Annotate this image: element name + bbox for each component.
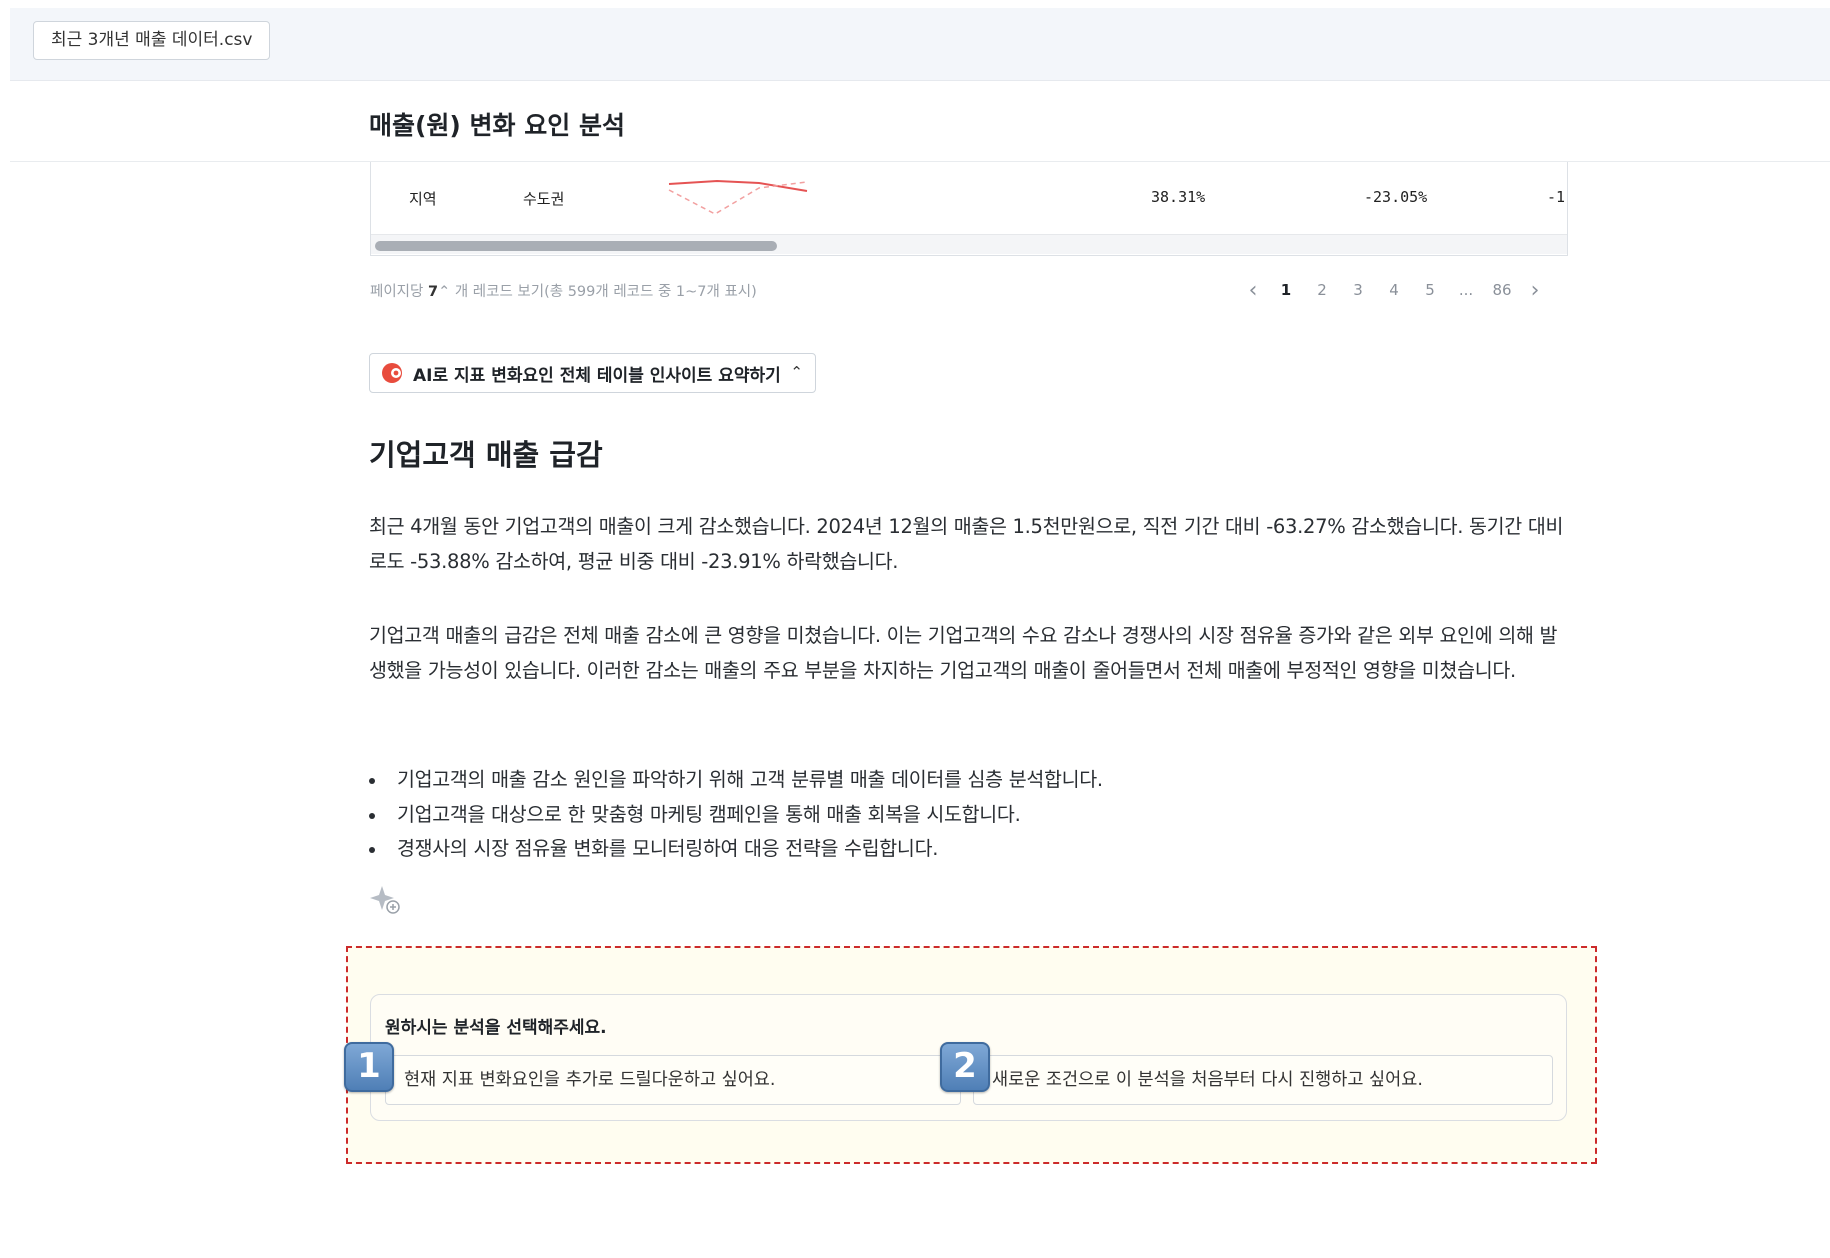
pagination-info: 페이지당 7⌃ 개 레코드 보기(총 599개 레코드 중 1~7개 표시): [370, 280, 757, 301]
table-cell-dimension: 지역: [409, 190, 437, 208]
factor-table: 지역 수도권 38.31% -23.05% -1(: [370, 162, 1568, 256]
insight-paragraph-1: 최근 4개월 동안 기업고객의 매출이 크게 감소했습니다. 2024년 12월…: [369, 515, 1564, 573]
page-1[interactable]: 1: [1268, 281, 1304, 299]
list-item: 기업고객의 매출 감소 원인을 파악하기 위해 고객 분류별 매출 데이터를 심…: [369, 763, 1569, 798]
page-header: 매출(원) 변화 요인 분석: [10, 81, 1830, 162]
choice-heading: 원하시는 분석을 선택해주세요.: [385, 1018, 607, 1038]
page-ellipsis: ...: [1458, 281, 1474, 299]
page-3[interactable]: 3: [1340, 281, 1376, 299]
horizontal-scrollbar[interactable]: [371, 234, 1567, 254]
chevron-right-icon[interactable]: ›: [1520, 278, 1550, 303]
number-one-badge: 1: [344, 1042, 394, 1092]
ai-summary-button[interactable]: AI로 지표 변화요인 전체 테이블 인사이트 요약하기 ⌃: [369, 353, 816, 393]
ai-summary-label: AI로 지표 변화요인 전체 테이블 인사이트 요약하기: [413, 365, 781, 386]
sparkle-add-icon[interactable]: [369, 884, 401, 916]
action-list: 기업고객의 매출 감소 원인을 파악하기 위해 고객 분류별 매출 데이터를 심…: [369, 763, 1569, 867]
list-item: 기업고객을 대상으로 한 맞춤형 마케팅 캠페인을 통해 매출 회복을 시도합니…: [369, 798, 1569, 833]
option-restart-button[interactable]: 새로운 조건으로 이 분석을 처음부터 다시 진행하고 싶어요.: [973, 1055, 1553, 1105]
file-tab-bar: 최근 3개년 매출 데이터.csv: [10, 8, 1830, 81]
page-2[interactable]: 2: [1304, 281, 1340, 299]
table-cell-change-rate: 38.31%: [1151, 188, 1206, 206]
file-tab[interactable]: 최근 3개년 매출 데이터.csv: [33, 21, 271, 60]
ai-logo-icon: [382, 363, 402, 383]
option-drilldown-button[interactable]: 현재 지표 변화요인을 추가로 드릴다운하고 싶어요.: [385, 1055, 961, 1105]
per-page-caret-icon[interactable]: ⌃: [438, 284, 450, 300]
insight-title: 기업고객 매출 급감: [369, 438, 603, 472]
page-5[interactable]: 5: [1412, 281, 1448, 299]
insight-paragraph-2: 기업고객 매출의 급감은 전체 매출 감소에 큰 영향을 미쳤습니다. 이는 기…: [369, 624, 1558, 682]
chevron-left-icon[interactable]: ‹: [1238, 278, 1268, 303]
table-cell-share-change: -23.05%: [1364, 188, 1428, 206]
pagination: ‹ 1 2 3 4 5 ... 86 ›: [1238, 277, 1550, 303]
page-86[interactable]: 86: [1484, 281, 1520, 299]
table-cell-truncated: -1(: [1547, 188, 1567, 206]
sparkline-chart: [668, 179, 808, 215]
number-two-badge: 2: [940, 1042, 990, 1092]
per-page-suffix: 개 레코드 보기(총 599개 레코드 중 1~7개 표시): [454, 284, 757, 300]
per-page-prefix: 페이지당: [370, 284, 424, 300]
list-item: 경쟁사의 시장 점유율 변화를 모니터링하여 대응 전략을 수립합니다.: [369, 832, 1569, 867]
per-page-select[interactable]: 7: [428, 284, 438, 300]
page-4[interactable]: 4: [1376, 281, 1412, 299]
sparkline-current: [668, 179, 808, 192]
analysis-choice-zone: 원하시는 분석을 선택해주세요. 현재 지표 변화요인을 추가로 드릴다운하고 …: [344, 946, 1597, 1164]
chevron-up-icon[interactable]: ⌃: [790, 363, 803, 381]
scrollbar-thumb[interactable]: [375, 241, 777, 251]
page-title: 매출(원) 변화 요인 분석: [369, 111, 625, 140]
table-cell-value: 수도권: [523, 190, 565, 208]
